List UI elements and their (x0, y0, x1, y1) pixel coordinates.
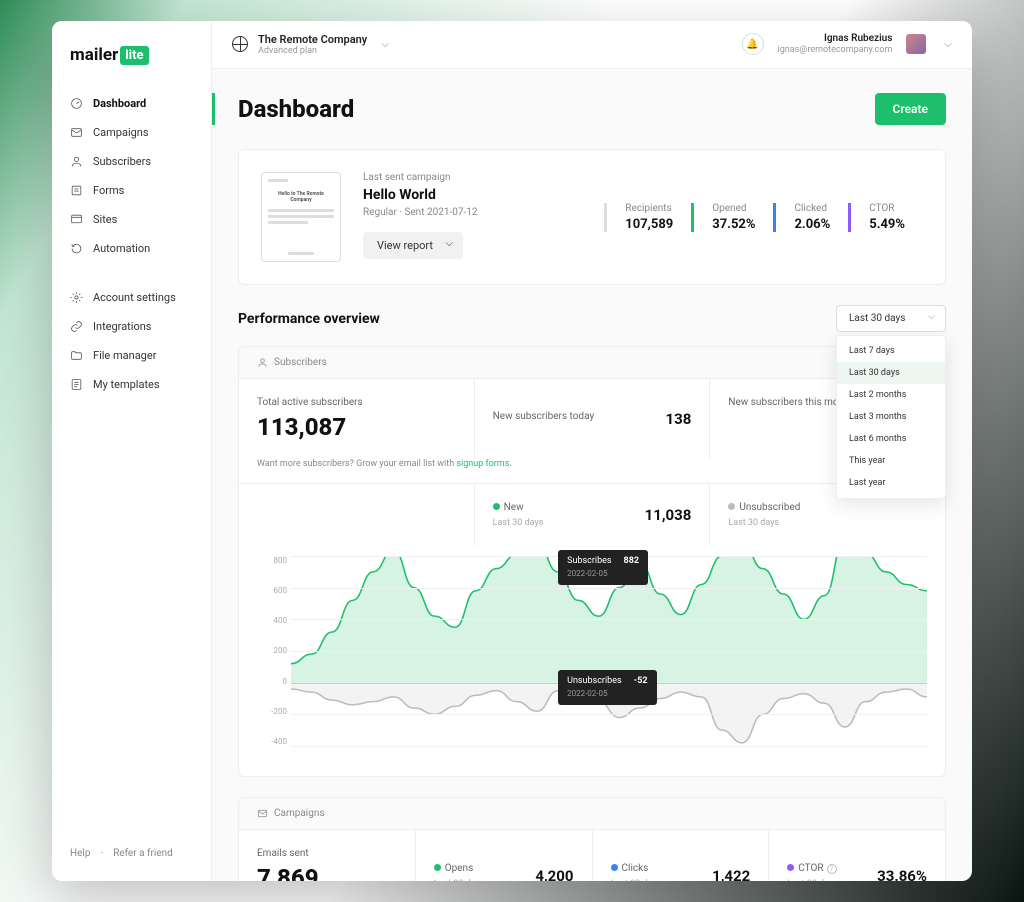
total-subs-label: Total active subscribers (257, 397, 456, 408)
unsub-label: Unsubscribed (739, 502, 800, 513)
form-icon (70, 184, 83, 197)
sent-label: Emails sent (257, 848, 397, 859)
mail-icon (70, 126, 83, 139)
link-icon (70, 320, 83, 333)
company-switcher[interactable]: The Remote Company Advanced plan ⌵ (232, 33, 389, 57)
template-icon (70, 378, 83, 391)
refer-link[interactable]: Refer a friend (113, 848, 173, 859)
chevron-down-icon: ⌵ (381, 39, 389, 50)
mail-icon (257, 808, 268, 819)
nav-campaigns[interactable]: Campaigns (52, 118, 211, 147)
stat-recipients: Recipients107,589 (604, 203, 691, 232)
today-subs-label: New subscribers today (493, 411, 595, 422)
total-subs-value: 113,087 (257, 413, 456, 441)
campaigns-card: Campaigns Emails sent 7,869 Last 30 days… (238, 797, 946, 881)
new-label: New (504, 502, 524, 513)
dd-option[interactable]: Last 2 months (837, 384, 945, 406)
app-window: mailerlite DashboardCampaignsSubscribers… (52, 21, 972, 881)
nav-sites[interactable]: Sites (52, 205, 211, 234)
nav-forms[interactable]: Forms (52, 176, 211, 205)
help-link[interactable]: Help (70, 848, 90, 859)
nav-file-manager[interactable]: File manager (52, 341, 211, 370)
dd-option[interactable]: Last 3 months (837, 406, 945, 428)
folder-icon (70, 349, 83, 362)
performance-title: Performance overview (238, 311, 380, 327)
nav: DashboardCampaignsSubscribersFormsSitesA… (52, 89, 211, 838)
dd-option[interactable]: Last year (837, 472, 945, 494)
stat-ctor: CTOR5.49% (848, 203, 923, 232)
nav-subscribers[interactable]: Subscribers (52, 147, 211, 176)
sent-value: 7,869 (257, 864, 397, 881)
nav-integrations[interactable]: Integrations (52, 312, 211, 341)
last-campaign-card: Hello to The Remote Company Last sent ca… (238, 149, 946, 285)
opens-value: 4,200 (535, 867, 573, 881)
nav-account-settings[interactable]: Account settings (52, 283, 211, 312)
campaign-thumbnail[interactable]: Hello to The Remote Company (261, 172, 341, 262)
page-title: Dashboard (238, 95, 354, 123)
automation-icon (70, 242, 83, 255)
globe-icon (232, 36, 248, 52)
nav-my-templates[interactable]: My templates (52, 370, 211, 399)
date-range-selector[interactable]: Last 30 days Last 7 daysLast 30 daysLast… (836, 305, 946, 332)
new-value: 11,038 (645, 506, 692, 524)
campaign-meta: Regular · Sent 2021-07-12 (363, 207, 543, 218)
user-menu[interactable]: Ignas Rubezius ignas@remotecompany.com (778, 33, 893, 56)
create-button[interactable]: Create (875, 93, 946, 125)
site-icon (70, 213, 83, 226)
date-range-dropdown: Last 7 daysLast 30 daysLast 2 monthsLast… (836, 335, 946, 499)
stat-opened: Opened37.52% (691, 203, 773, 232)
tooltip-unsubscribes: Unsubscribes-522022-02-05 (558, 670, 656, 705)
notifications-button[interactable]: 🔔 (742, 33, 764, 55)
gear-icon (70, 291, 83, 304)
today-subs-value: 138 (666, 410, 692, 428)
users-icon (257, 357, 268, 368)
logo: mailerlite (52, 45, 211, 89)
view-report-button[interactable]: View report (363, 232, 463, 259)
dd-option[interactable]: Last 7 days (837, 340, 945, 362)
tooltip-subscribes: Subscribes8822022-02-05 (558, 550, 648, 585)
help-icon[interactable]: ? (827, 864, 837, 874)
main: The Remote Company Advanced plan ⌵ 🔔 Ign… (212, 21, 972, 881)
stat-clicked: Clicked2.06% (773, 203, 848, 232)
nav-automation[interactable]: Automation (52, 234, 211, 263)
clicks-value: 1,422 (712, 867, 750, 881)
nav-dashboard[interactable]: Dashboard (52, 89, 211, 118)
avatar[interactable] (906, 34, 926, 54)
users-icon (70, 155, 83, 168)
ctor-value: 33.86% (877, 867, 927, 881)
signup-forms-link[interactable]: signup forms (456, 459, 509, 469)
subscribers-chart: 8006004002000-200-400 Subscribes8822022-… (239, 546, 945, 776)
dashboard-icon (70, 97, 83, 110)
chevron-down-icon: ⌵ (944, 39, 952, 50)
sidebar: mailerlite DashboardCampaignsSubscribers… (52, 21, 212, 881)
footer-links: Help · Refer a friend (52, 838, 211, 869)
dd-option[interactable]: Last 30 days (837, 362, 945, 384)
campaign-title: Hello World (363, 187, 543, 203)
dd-option[interactable]: Last 6 months (837, 428, 945, 450)
campaign-label: Last sent campaign (363, 172, 543, 183)
topbar: The Remote Company Advanced plan ⌵ 🔔 Ign… (212, 21, 972, 69)
campaigns-header: Campaigns (239, 798, 945, 830)
dd-option[interactable]: This year (837, 450, 945, 472)
